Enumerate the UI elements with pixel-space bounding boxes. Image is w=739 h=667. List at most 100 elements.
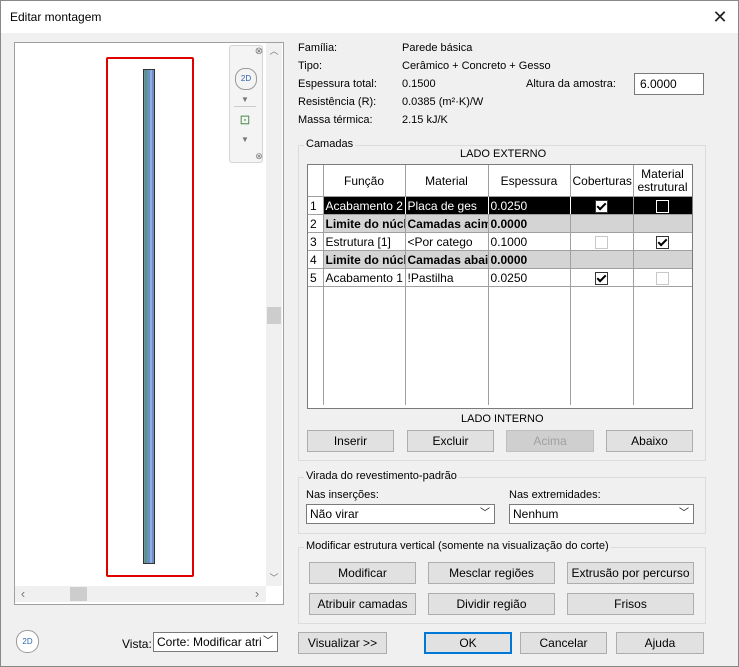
inner-side-label: LADO INTERNO [461,413,544,425]
mesclar-regioes-button[interactable]: Mesclar regiões [428,562,555,584]
layer-material-estrutural[interactable] [633,214,692,233]
header-coberturas: Coberturas [570,165,634,197]
layer-material[interactable]: !Pastilha [405,268,489,287]
layer-espessura[interactable]: 0.0250 [488,196,571,215]
layers-group-title: Camadas [304,138,356,150]
layer-coberturas[interactable] [570,214,634,233]
horizontal-scrollbar[interactable]: ‹ › [15,586,266,602]
altura-amostra-value: 6.0000 [640,77,677,91]
layer-row[interactable]: 2 Limite do núcl Camadas acim 0.0000 [308,214,692,233]
layer-funcao[interactable]: Acabamento 2 [323,196,406,215]
layer-coberturas[interactable] [570,268,634,287]
settings-small-icon[interactable]: ⊗ [251,148,267,164]
extrusao-percurso-button[interactable]: Extrusão por percurso [567,562,694,584]
wall-section [143,69,155,564]
massa-termica-value: 2.15 kJ/K [402,114,448,126]
layer-material-estrutural[interactable] [633,232,692,251]
layer-row[interactable]: 5 Acabamento 1 !Pastilha 0.0250 [308,268,692,287]
vista-select[interactable]: Corte: Modificar atrit ﹀ [153,632,278,652]
layer-number[interactable]: 4 [308,250,324,269]
ajuda-button[interactable]: Ajuda [616,632,704,654]
vista-value: Corte: Modificar atrit [157,635,266,649]
preview-pane[interactable]: ⊗ 2D ▼ ⊡ ▼ ⊗ ︿ ﹀ ‹ › [14,42,284,605]
close-icon[interactable]: ✕ [708,5,732,29]
vertical-scrollbar[interactable]: ︿ ﹀ [266,43,282,586]
layers-table-frame: Função Material Espessura Coberturas Mat… [307,164,693,409]
layer-row[interactable]: 1 Acabamento 2 Placa de ges 0.0250 [308,196,692,215]
outer-side-label: LADO EXTERNO [460,148,547,160]
layer-coberturas[interactable] [570,232,634,251]
layer-number[interactable]: 1 [308,196,324,215]
layer-material[interactable]: Placa de ges [405,196,489,215]
checkbox-disabled[interactable] [595,235,608,249]
insercoes-select[interactable]: Não virar ﹀ [306,504,495,524]
checkbox-checked[interactable] [595,199,608,213]
layer-espessura[interactable]: 0.0000 [488,214,571,233]
acima-button[interactable]: Acima [506,430,594,452]
chevron-down-icon: ﹀ [261,633,273,651]
zoom-region-icon[interactable]: ⊡ [237,112,253,128]
frisos-button[interactable]: Frisos [567,593,694,615]
header-material-estrutural: Material estrutural [633,165,692,197]
chevron-down-icon: ﹀ [679,508,689,519]
layer-material-estrutural[interactable] [633,268,692,287]
layer-espessura[interactable]: 0.1000 [488,232,571,251]
ok-button[interactable]: OK [424,632,512,654]
dividir-regiao-button[interactable]: Dividir região [428,593,555,615]
checkbox-checked[interactable] [595,271,608,285]
layer-number[interactable]: 3 [308,232,324,251]
layer-row[interactable]: 4 Limite do núcl Camadas abaix 0.0000 [308,250,692,269]
atribuir-camadas-button[interactable]: Atribuir camadas [309,593,416,615]
insercoes-value: Não virar [310,507,359,521]
chevron-down-icon[interactable]: ﹀ [266,570,282,586]
resistencia-label: Resistência (R): [298,96,377,108]
layer-funcao[interactable]: Estrutura [1] [323,232,406,251]
layer-number[interactable]: 5 [308,268,324,287]
layer-funcao[interactable]: Acabamento 1 [323,268,406,287]
layer-funcao[interactable]: Limite do núcl [323,250,406,269]
zoom-2d-icon[interactable]: 2D [16,630,39,653]
modificar-button[interactable]: Modificar [309,562,416,584]
inserir-button[interactable]: Inserir [307,430,394,452]
header-funcao: Função [323,165,406,197]
chevron-down-icon[interactable]: ▼ [237,132,253,148]
layer-material-estrutural[interactable] [633,196,692,215]
layer-espessura[interactable]: 0.0000 [488,250,571,269]
title-bar: Editar montagem ✕ [1,1,738,33]
empty-area [308,286,692,405]
chevron-up-icon[interactable]: ︿ [266,43,282,59]
tipo-value: Cerâmico + Concreto + Gesso [402,60,551,72]
close-toolbar-icon[interactable]: ⊗ [251,44,267,60]
checkbox-disabled[interactable] [656,271,669,285]
vista-label: Vista: [122,637,152,651]
layer-material[interactable]: Camadas acim [405,214,489,233]
horizontal-scroll-thumb[interactable] [70,587,87,601]
layer-material[interactable]: <Por catego [405,232,489,251]
layer-material-estrutural[interactable] [633,250,692,269]
altura-amostra-label: Altura da amostra: [526,78,616,90]
edit-assembly-dialog: Editar montagem ✕ ⊗ 2D ▼ ⊡ ▼ ⊗ ︿ ﹀ ‹ › F… [0,0,739,667]
chevron-left-icon[interactable]: ‹ [15,586,31,602]
layer-row[interactable]: 3 Estrutura [1] <Por catego 0.1000 [308,232,692,251]
zoom-2d-icon[interactable]: 2D [235,68,257,90]
layers-header-row: Função Material Espessura Coberturas Mat… [308,165,692,197]
familia-label: Família: [298,42,338,54]
abaixo-button[interactable]: Abaixo [606,430,693,452]
layer-funcao[interactable]: Limite do núcl [323,214,406,233]
layer-espessura[interactable]: 0.0250 [488,268,571,287]
vertical-group-title: Modificar estrutura vertical (somente na… [304,540,611,552]
extremidades-select[interactable]: Nenhum ﹀ [509,504,694,524]
layer-material[interactable]: Camadas abaix [405,250,489,269]
altura-amostra-input[interactable]: 6.0000 [634,73,704,95]
vertical-scroll-thumb[interactable] [267,307,281,324]
visualizar-button[interactable]: Visualizar >> [298,632,387,654]
layer-number[interactable]: 2 [308,214,324,233]
excluir-button[interactable]: Excluir [407,430,494,452]
checkbox-checked[interactable] [656,235,669,249]
chevron-right-icon[interactable]: › [249,586,265,602]
insercoes-label: Nas inserções: [306,489,379,501]
cancelar-button[interactable]: Cancelar [520,632,607,654]
layer-coberturas[interactable] [570,196,634,215]
checkbox-filled[interactable] [656,199,669,213]
layer-coberturas[interactable] [570,250,634,269]
